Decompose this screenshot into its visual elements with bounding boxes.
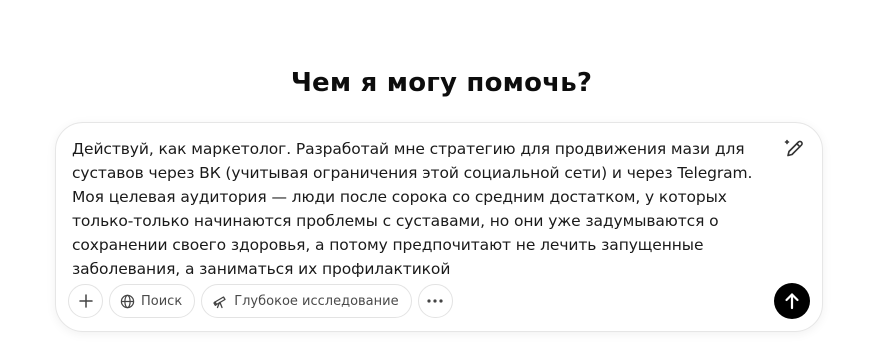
composer-toolbar: Поиск Глубокое исследование: [68, 283, 810, 319]
arrow-up-icon: [785, 293, 799, 310]
pen-sparkle-icon: [784, 139, 803, 157]
search-button[interactable]: Поиск: [109, 284, 196, 318]
search-button-label: Поиск: [141, 293, 183, 309]
send-button[interactable]: [774, 283, 810, 319]
page-title: Чем я могу помочь?: [290, 68, 593, 98]
deep-research-button[interactable]: Глубокое исследование: [201, 284, 412, 318]
globe-icon: [120, 294, 135, 309]
page: Чем я могу помочь? Действуй, как маркето…: [0, 0, 883, 343]
prompt-composer: Действуй, как маркетолог. Разработай мне…: [55, 122, 823, 332]
prompt-input[interactable]: Действуй, как маркетолог. Разработай мне…: [72, 137, 772, 281]
plus-icon: [78, 294, 93, 308]
telescope-icon: [212, 293, 228, 309]
add-button[interactable]: [68, 284, 103, 318]
edit-prompt-button[interactable]: [782, 135, 808, 161]
more-dots-icon: [427, 299, 443, 303]
more-options-button[interactable]: [417, 284, 453, 318]
deep-research-label: Глубокое исследование: [234, 293, 399, 309]
